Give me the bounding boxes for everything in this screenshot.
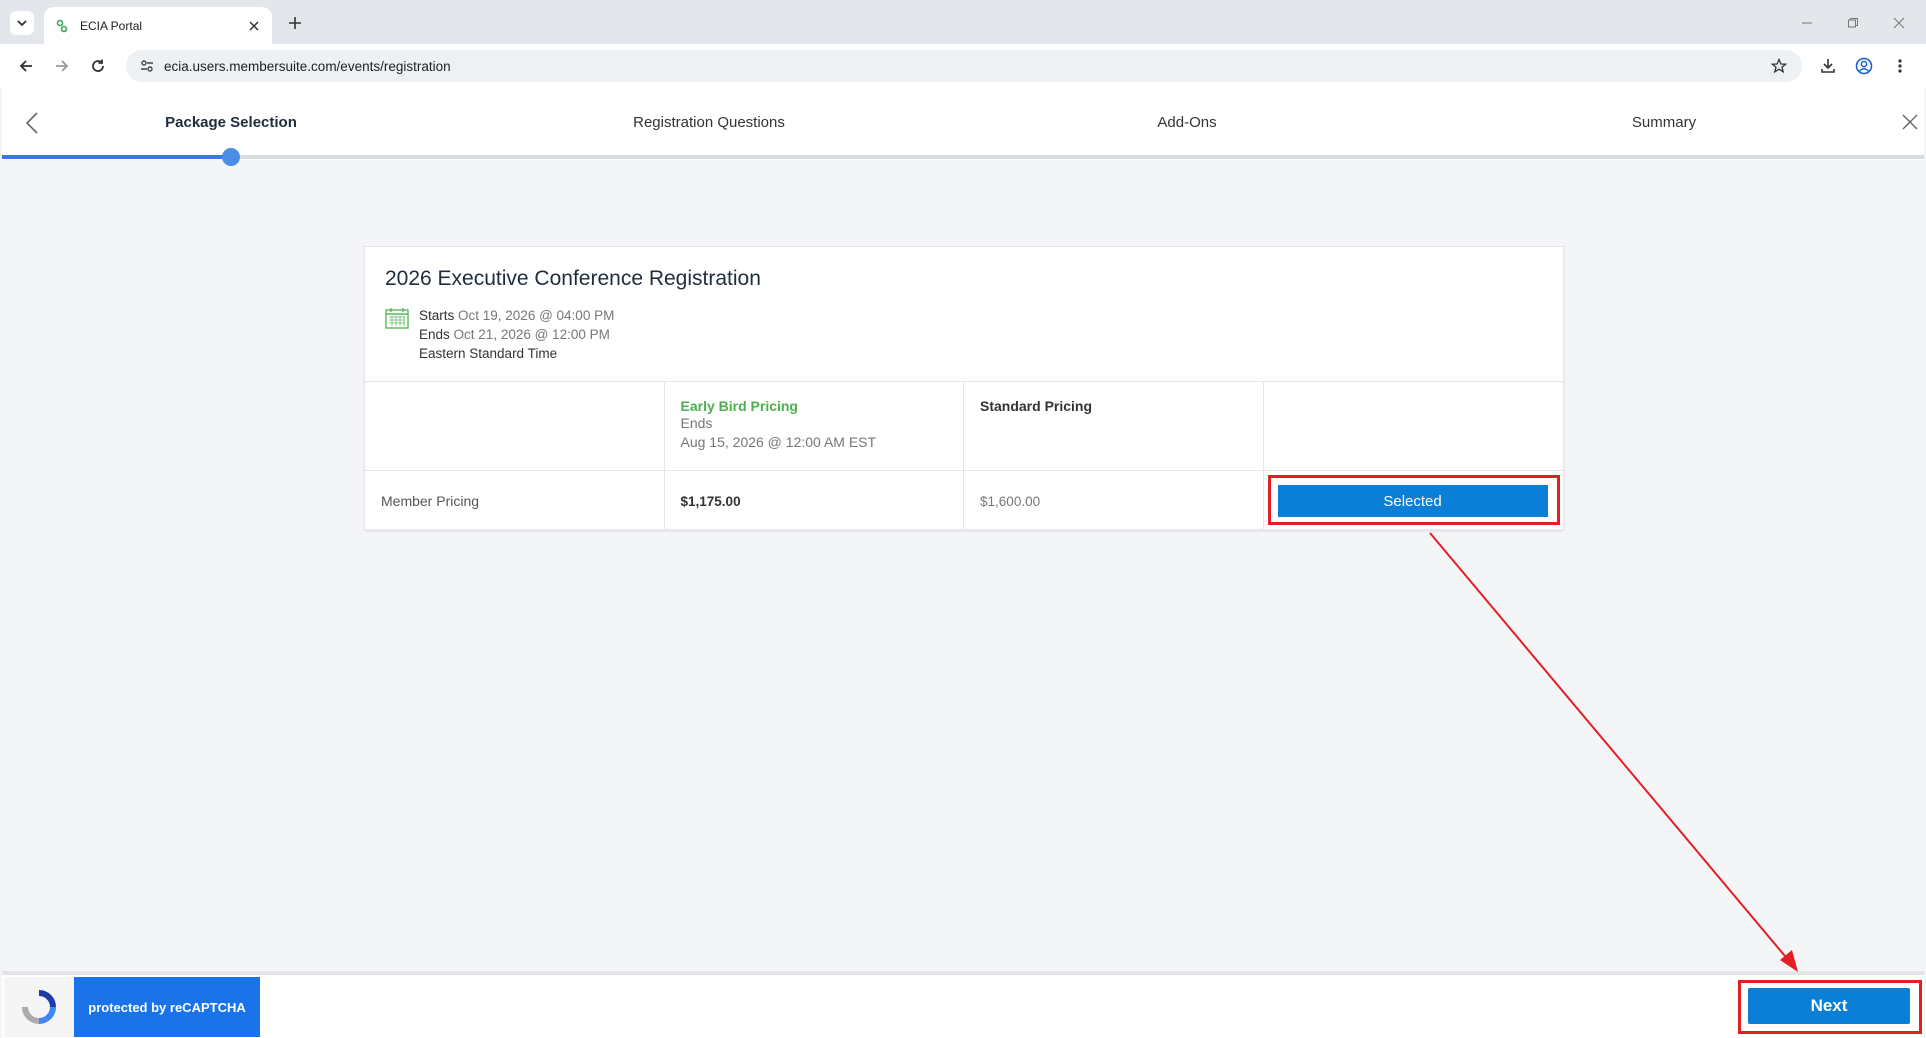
standard-title: Standard Pricing bbox=[980, 398, 1093, 414]
standard-price: $1,600.00 bbox=[980, 493, 1041, 509]
early-bird-ends-label: Ends bbox=[680, 415, 713, 431]
event-dates: Starts Oct 19, 2026 @ 04:00 PM Ends Oct … bbox=[419, 306, 614, 363]
header-cell-empty bbox=[365, 382, 665, 470]
header-cell-early-bird: Early Bird Pricing Ends Aug 15, 2026 @ 1… bbox=[665, 382, 964, 470]
site-info-icon[interactable] bbox=[138, 57, 156, 75]
download-icon[interactable] bbox=[1816, 54, 1840, 78]
annotation-highlight-selected bbox=[1268, 475, 1560, 525]
header-cell-action bbox=[1264, 382, 1564, 470]
annotation-highlight-next bbox=[1738, 980, 1922, 1034]
step-summary[interactable]: Summary bbox=[1632, 114, 1696, 131]
footer-bar: protected by reCAPTCHA Next bbox=[2, 971, 1924, 1038]
early-bird-price: $1,175.00 bbox=[680, 493, 741, 509]
browser-toolbar: ecia.users.membersuite.com/events/regist… bbox=[0, 44, 1926, 88]
recaptcha-logo-icon bbox=[4, 977, 74, 1037]
registration-stepper: Package Selection Registration Questions… bbox=[2, 88, 1924, 166]
back-arrow-icon[interactable] bbox=[14, 54, 38, 78]
tab-title: ECIA Portal bbox=[80, 18, 143, 33]
chevron-down-icon bbox=[17, 20, 27, 27]
address-bar[interactable]: ecia.users.membersuite.com/events/regist… bbox=[126, 50, 1802, 82]
registration-app: Package Selection Registration Questions… bbox=[2, 88, 1924, 1038]
standard-price-cell: $1,600.00 bbox=[964, 471, 1264, 531]
ends-value: Oct 21, 2026 @ 12:00 PM bbox=[453, 327, 610, 342]
step-add-ons[interactable]: Add-Ons bbox=[1157, 114, 1216, 131]
progress-fill bbox=[2, 155, 231, 159]
forward-arrow-icon[interactable] bbox=[50, 54, 74, 78]
close-icon[interactable] bbox=[1898, 110, 1922, 134]
ends-label: Ends bbox=[419, 327, 450, 342]
step-package-selection[interactable]: Package Selection bbox=[165, 114, 297, 131]
minimize-icon[interactable] bbox=[1796, 12, 1818, 34]
progress-track bbox=[2, 148, 1924, 166]
url-text: ecia.users.membersuite.com/events/regist… bbox=[164, 58, 451, 74]
pricing-header-row: Early Bird Pricing Ends Aug 15, 2026 @ 1… bbox=[365, 382, 1563, 471]
member-pricing-label: Member Pricing bbox=[365, 471, 665, 531]
tab-search-button[interactable] bbox=[10, 11, 34, 35]
kebab-menu-icon[interactable] bbox=[1888, 54, 1912, 78]
chevron-left-icon[interactable] bbox=[20, 108, 44, 138]
timezone: Eastern Standard Time bbox=[419, 346, 558, 361]
bookmark-star-icon[interactable] bbox=[1768, 55, 1790, 77]
calendar-icon bbox=[385, 308, 409, 329]
ecia-favicon-icon bbox=[54, 18, 70, 34]
browser-tabstrip: ECIA Portal bbox=[0, 0, 1926, 44]
recaptcha-badge[interactable]: protected by reCAPTCHA bbox=[74, 977, 260, 1037]
progress-marker bbox=[222, 148, 240, 166]
close-window-icon[interactable] bbox=[1888, 12, 1910, 34]
new-tab-icon[interactable] bbox=[284, 12, 306, 34]
event-title: 2026 Executive Conference Registration bbox=[385, 267, 761, 290]
browser-tab[interactable]: ECIA Portal bbox=[44, 7, 272, 44]
starts-label: Starts bbox=[419, 308, 455, 323]
header-cell-standard: Standard Pricing bbox=[964, 382, 1264, 470]
reload-icon[interactable] bbox=[86, 54, 110, 78]
early-bird-price-cell: $1,175.00 bbox=[665, 471, 965, 531]
close-tab-icon[interactable] bbox=[246, 18, 262, 34]
step-registration-questions[interactable]: Registration Questions bbox=[633, 114, 785, 131]
early-bird-ends-value: Aug 15, 2026 @ 12:00 AM EST bbox=[680, 434, 877, 450]
early-bird-title: Early Bird Pricing bbox=[680, 398, 798, 414]
starts-value: Oct 19, 2026 @ 04:00 PM bbox=[458, 308, 615, 323]
profile-icon[interactable] bbox=[1852, 54, 1876, 78]
restore-icon[interactable] bbox=[1842, 12, 1864, 34]
